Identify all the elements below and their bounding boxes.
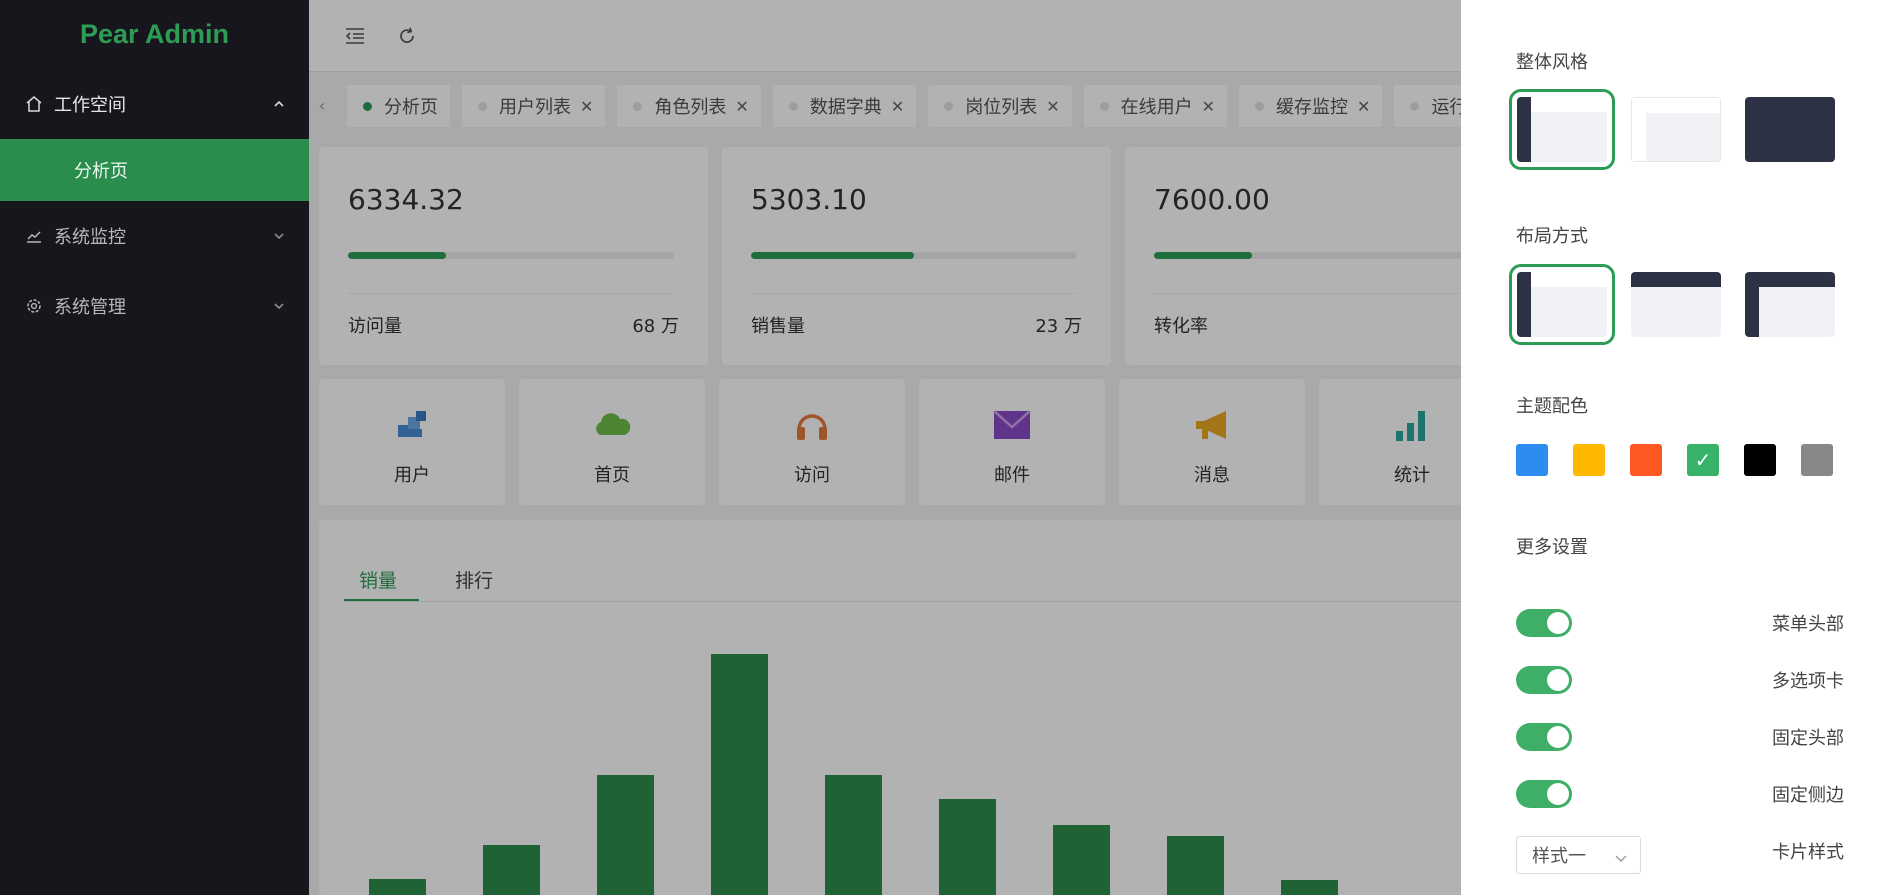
theme-color-green[interactable]: ✓ <box>1687 444 1719 476</box>
sidebar-group-monitor[interactable]: 系统监控 <box>0 201 309 271</box>
toggle-knob <box>1547 669 1569 691</box>
chevron-down-icon <box>1614 849 1628 863</box>
section-title-style: 整体风格 <box>1516 52 1588 73</box>
app-logo: Pear Admin <box>79 19 230 49</box>
theme-color-black[interactable] <box>1744 444 1776 476</box>
toggle-fixed-sidebar[interactable] <box>1516 780 1572 808</box>
sidebar-item-analysis[interactable]: 分析页 <box>0 139 309 201</box>
toggle-fixed-header[interactable] <box>1516 723 1572 751</box>
theme-color-blue[interactable] <box>1516 444 1548 476</box>
sidebar-group-system[interactable]: 系统管理 <box>0 271 309 341</box>
theme-color-gray[interactable] <box>1801 444 1833 476</box>
toggle-knob <box>1547 726 1569 748</box>
home-icon <box>24 94 44 114</box>
section-title-layout: 布局方式 <box>1516 226 1588 247</box>
style-option-dark[interactable] <box>1745 97 1835 162</box>
card-style-label: 卡片样式 <box>1772 842 1844 863</box>
toggle-label: 固定侧边 <box>1772 785 1844 806</box>
sidebar-group-label: 系统监控 <box>54 227 126 248</box>
style-option-dark-sidebar[interactable] <box>1509 89 1615 170</box>
style-option-light[interactable] <box>1631 97 1721 162</box>
select-value: 样式一 <box>1532 846 1586 867</box>
settings-drawer: 整体风格 布局方式 主题配色 ✓ 更多设置 菜单头部 多选项卡 固定头部 固定侧… <box>1461 0 1888 895</box>
sidebar: Pear Admin 工作空间 分析页 系统监控 系统管理 <box>0 0 309 895</box>
gear-icon <box>24 296 44 316</box>
toggle-knob <box>1547 612 1569 634</box>
layout-option-mixed[interactable] <box>1745 272 1835 337</box>
theme-color-orange[interactable] <box>1630 444 1662 476</box>
theme-color-yellow[interactable] <box>1573 444 1605 476</box>
chevron-down-icon <box>271 298 287 314</box>
card-style-select[interactable]: 样式一 <box>1516 836 1641 874</box>
chart-line-icon <box>24 226 44 246</box>
section-title-more: 更多设置 <box>1516 537 1588 558</box>
sidebar-group-label: 系统管理 <box>54 297 126 318</box>
sidebar-group-label: 工作空间 <box>54 95 126 116</box>
layout-option-side[interactable] <box>1509 264 1615 345</box>
toggle-label: 菜单头部 <box>1772 614 1844 635</box>
toggle-label: 固定头部 <box>1772 728 1844 749</box>
chevron-up-icon <box>271 96 287 112</box>
section-title-theme: 主题配色 <box>1516 396 1588 417</box>
toggle-menu-header[interactable] <box>1516 609 1572 637</box>
toggle-label: 多选项卡 <box>1772 671 1844 692</box>
check-icon: ✓ <box>1694 448 1712 472</box>
chevron-down-icon <box>271 228 287 244</box>
layout-option-top[interactable] <box>1631 272 1721 337</box>
toggle-multi-tabs[interactable] <box>1516 666 1572 694</box>
toggle-knob <box>1547 783 1569 805</box>
sidebar-group-workspace[interactable]: 工作空间 <box>0 69 309 139</box>
